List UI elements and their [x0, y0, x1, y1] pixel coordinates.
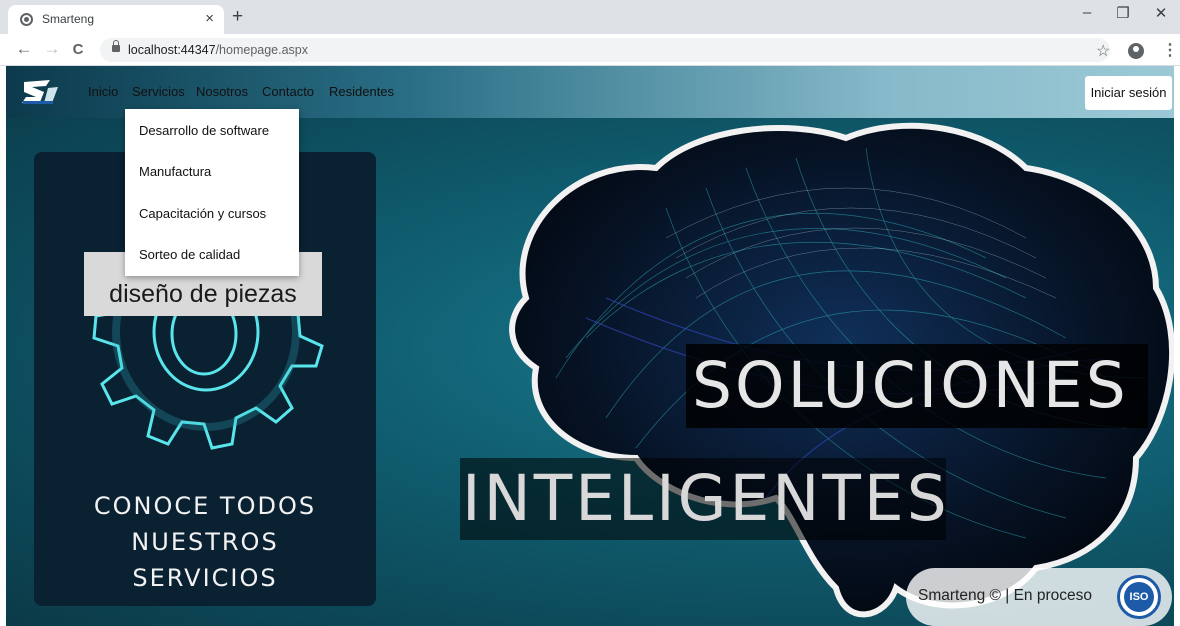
footer-text: Smarteng © | En proceso — [918, 587, 1092, 604]
nav-servicios[interactable]: Servicios — [132, 84, 185, 99]
url-text: localhost:44347/homepage.aspx — [128, 43, 309, 57]
tab-close-icon[interactable]: × — [205, 10, 214, 27]
menu-kebab-icon[interactable]: ⋮ — [1162, 40, 1178, 60]
profile-icon[interactable] — [1128, 43, 1144, 59]
back-button[interactable]: ← — [14, 39, 34, 59]
headline-soluciones: SOLUCIONES — [692, 349, 1129, 422]
globe-icon — [20, 13, 33, 26]
iso-certified-icon: ISO — [1117, 575, 1161, 619]
card-cta-text[interactable]: CONOCE TODOS NUESTROS SERVICIOS — [34, 488, 376, 596]
smarteng-logo-icon[interactable] — [20, 78, 60, 106]
tab-title: Smarteng — [42, 12, 95, 26]
restore-button[interactable]: ❐ — [1108, 4, 1138, 22]
browser-tab[interactable]: Smarteng × — [8, 5, 224, 34]
browser-toolbar: ← → C localhost:44347/homepage.aspx ☆ ⋮ — [0, 34, 1180, 66]
dropdown-item-sorteo[interactable]: Sorteo de calidad — [139, 247, 240, 262]
new-tab-button[interactable]: + — [232, 6, 243, 28]
dropdown-item-manufactura[interactable]: Manufactura — [139, 164, 211, 179]
bookmark-star-icon[interactable]: ☆ — [1096, 41, 1110, 61]
minimize-button[interactable]: – — [1072, 4, 1102, 21]
login-button[interactable]: Iniciar sesión — [1085, 76, 1172, 110]
dropdown-item-desarrollo[interactable]: Desarrollo de software — [139, 123, 269, 138]
lock-icon — [112, 40, 120, 52]
browser-tab-strip: Smarteng × + – ❐ ✕ — [0, 0, 1180, 34]
servicios-dropdown: Desarrollo de software Manufactura Capac… — [125, 109, 299, 276]
close-window-button[interactable]: ✕ — [1146, 4, 1176, 22]
footer-badge: Smarteng © | En proceso ISO — [906, 568, 1172, 626]
headline-inteligentes: INTELIGENTES — [462, 462, 950, 535]
address-bar[interactable]: localhost:44347/homepage.aspx — [100, 38, 1110, 62]
nav-residentes[interactable]: Residentes — [329, 84, 394, 99]
nav-contacto[interactable]: Contacto — [262, 84, 314, 99]
nav-inicio[interactable]: Inicio — [88, 84, 118, 99]
page-viewport: Inicio Servicios Nosotros Contacto Resid… — [6, 66, 1174, 626]
forward-button[interactable]: → — [42, 39, 62, 59]
nav-nosotros[interactable]: Nosotros — [196, 84, 248, 99]
dropdown-item-capacitacion[interactable]: Capacitación y cursos — [139, 206, 266, 221]
reload-button[interactable]: C — [68, 41, 88, 58]
